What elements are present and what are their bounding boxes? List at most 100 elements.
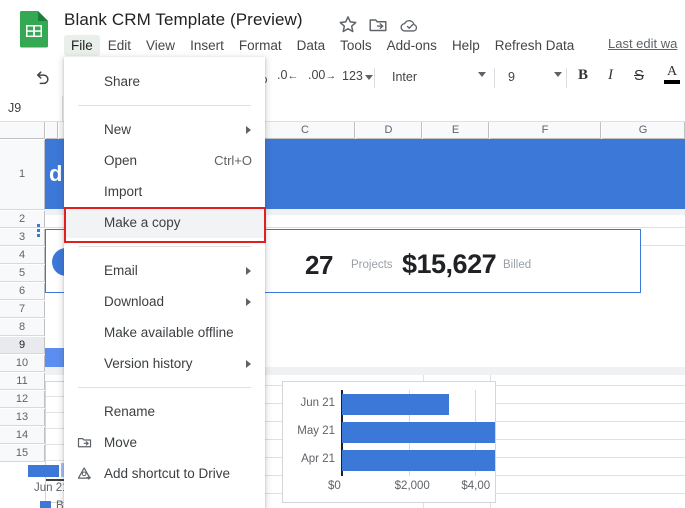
chart-drag-handle[interactable]: [37, 224, 40, 237]
kpi-billed-value: $15,627: [402, 249, 497, 279]
column-header-E[interactable]: E: [423, 122, 489, 139]
menu-data[interactable]: Data: [290, 35, 333, 56]
file-menu-item-import[interactable]: Import: [64, 176, 265, 207]
bold-button[interactable]: B: [578, 67, 588, 84]
decrease-decimal-button[interactable]: .0←: [277, 68, 298, 82]
file-menu-item-version-history[interactable]: Version history: [64, 348, 265, 379]
font-size-select[interactable]: 9: [508, 70, 515, 84]
file-menu-item-make-available-offline[interactable]: Make available offline: [64, 317, 265, 348]
submenu-arrow-icon: [246, 297, 251, 306]
menu-refresh-data[interactable]: Refresh Data: [488, 35, 582, 56]
row-header-4[interactable]: 4: [0, 247, 45, 264]
menu-add-ons[interactable]: Add-ons: [380, 35, 444, 56]
move-to-folder-icon: [76, 434, 93, 451]
kpi-billed-label: Billed: [503, 259, 532, 271]
file-menu-item-email[interactable]: Email: [64, 255, 265, 286]
toolbar-divider: [566, 68, 567, 88]
chart-x-tick-label: $0: [328, 480, 341, 492]
toolbar-divider: [494, 68, 495, 88]
row-header-14[interactable]: 14: [0, 427, 45, 444]
menu-help[interactable]: Help: [445, 35, 487, 56]
file-menu-item-open[interactable]: Open Ctrl+O: [64, 145, 265, 176]
row-header-9[interactable]: 9: [0, 337, 45, 354]
row-header-10[interactable]: 10: [0, 355, 45, 372]
name-box[interactable]: J9: [8, 101, 21, 115]
menu-item-label: Rename: [104, 404, 156, 419]
undo-icon[interactable]: [32, 68, 52, 88]
file-menu-item-add-shortcut-to-drive[interactable]: Add shortcut to Drive: [64, 458, 265, 489]
menu-view[interactable]: View: [139, 35, 182, 56]
file-menu-item-download[interactable]: Download: [64, 286, 265, 317]
column-header-D[interactable]: D: [356, 122, 422, 139]
menu-insert[interactable]: Insert: [183, 35, 231, 56]
kpi-projects-label: Projects: [351, 259, 393, 271]
menu-bar: File Edit View Insert Format Data Tools Add-ons…: [64, 33, 582, 57]
menu-item-label: Make a copy: [104, 215, 181, 230]
menu-item-label: Add shortcut to Drive: [104, 466, 231, 481]
row-header-8[interactable]: 8: [0, 319, 45, 336]
chevron-down-icon: [364, 75, 373, 80]
chart-y-tick-label: May 21: [297, 425, 335, 437]
menu-item-label: Move: [104, 435, 138, 450]
increase-decimal-button[interactable]: .00→: [308, 68, 336, 82]
monthly-amount-bar-chart[interactable]: Jun 21 May 21 Apr 21 $0 $2,000 $4,00: [282, 381, 496, 503]
select-all-corner[interactable]: [0, 122, 45, 139]
column-header-F[interactable]: F: [490, 122, 601, 139]
row-header-5[interactable]: 5: [0, 265, 45, 282]
chart-bar: [342, 394, 449, 415]
column-header-C[interactable]: C: [256, 122, 355, 139]
menu-item-label: New: [104, 122, 132, 137]
row-header-11[interactable]: 11: [0, 373, 45, 390]
menu-format[interactable]: Format: [232, 35, 289, 56]
add-shortcut-icon: [76, 465, 93, 482]
menu-divider: [78, 387, 251, 388]
row-header-7[interactable]: 7: [0, 301, 45, 318]
menu-item-label: Download: [104, 294, 165, 309]
menu-item-label: Import: [104, 184, 143, 199]
row-header-15[interactable]: 15: [0, 445, 45, 462]
file-menu-item-make-a-copy[interactable]: Make a copy: [64, 207, 265, 238]
row-header-13[interactable]: 13: [0, 409, 45, 426]
menu-file[interactable]: File: [64, 34, 100, 56]
file-menu-item-move[interactable]: Move: [64, 427, 265, 458]
submenu-arrow-icon: [246, 359, 251, 368]
text-color-button[interactable]: A: [664, 65, 680, 84]
strikethrough-button[interactable]: S: [634, 67, 644, 84]
left-arrow-icon: ←: [287, 70, 299, 82]
menu-item-label: Email: [104, 263, 138, 278]
kpi-projects-value: 27: [305, 250, 333, 280]
document-title[interactable]: Blank CRM Template (Preview): [64, 10, 303, 30]
column-header-G[interactable]: G: [602, 122, 685, 139]
decrease-decimal-label: .0: [277, 68, 288, 82]
menu-item-label: Version history: [104, 356, 193, 371]
menu-edit[interactable]: Edit: [101, 35, 138, 56]
italic-button[interactable]: I: [608, 67, 613, 84]
chart-y-tick-label: Jun 21: [300, 397, 335, 409]
last-edit-status[interactable]: Last edit wa: [608, 36, 677, 51]
row-header-6[interactable]: 6: [0, 283, 45, 300]
text-color-label: A: [666, 64, 678, 79]
row-header-12[interactable]: 12: [0, 391, 45, 408]
font-size-chevron-down-icon[interactable]: [554, 72, 562, 77]
file-menu-dropdown[interactable]: Share New Open Ctrl+O Import Make a copy Email…: [64, 57, 265, 508]
font-family-chevron-down-icon[interactable]: [478, 72, 486, 77]
file-menu-item-rename[interactable]: Rename: [64, 396, 265, 427]
file-menu-item-share[interactable]: Share: [64, 66, 265, 97]
menu-item-label: Make available offline: [104, 325, 234, 340]
formula-bar-divider: [62, 96, 63, 122]
number-format-button[interactable]: 123: [342, 69, 373, 83]
menu-divider: [78, 246, 251, 247]
right-arrow-icon: →: [325, 70, 337, 82]
chart-bar: [342, 422, 495, 443]
menu-divider: [78, 105, 251, 106]
column-header[interactable]: [46, 122, 58, 139]
row-header-1[interactable]: 1: [0, 140, 45, 210]
menu-item-label: Open: [104, 153, 138, 168]
font-family-select[interactable]: Inter: [392, 70, 417, 84]
menu-item-shortcut: Ctrl+O: [214, 153, 252, 168]
legend-swatch: [40, 500, 51, 508]
chart-x-tick-label: $2,000: [394, 480, 430, 492]
menu-tools[interactable]: Tools: [333, 35, 379, 56]
file-menu-item-new[interactable]: New: [64, 114, 265, 145]
number-format-label: 123: [342, 69, 363, 83]
